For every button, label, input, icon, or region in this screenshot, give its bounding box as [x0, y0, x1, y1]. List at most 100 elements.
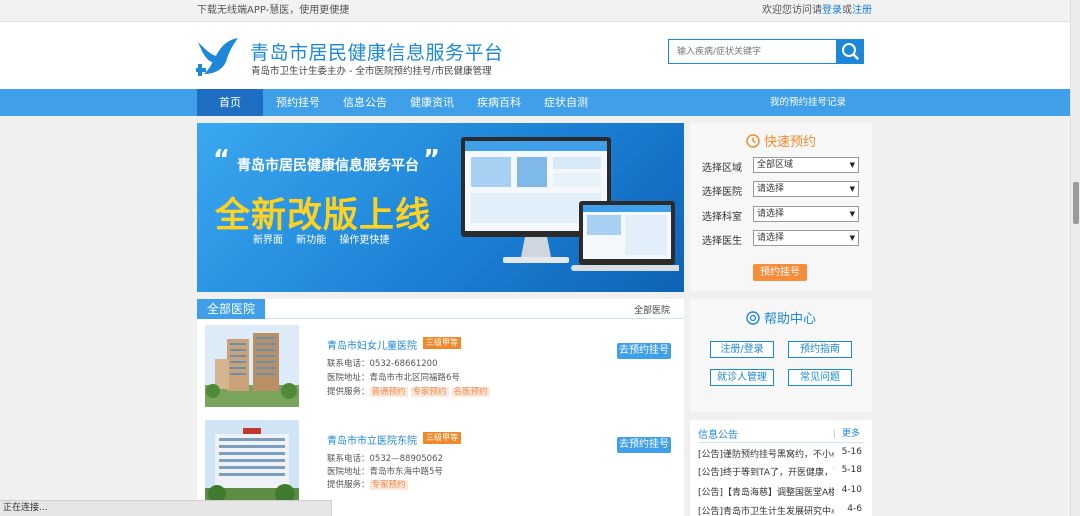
doctor-select[interactable]: 请选择 [753, 230, 859, 246]
nav-item-home[interactable]: 首页 [197, 89, 263, 116]
notice-item-date: 5-16 [841, 447, 862, 457]
hospital-book-button[interactable]: 去预约挂号 [617, 343, 671, 359]
hospital-book-button[interactable]: 去预约挂号 [617, 437, 671, 453]
register-link[interactable]: 注册 [852, 5, 872, 16]
clock-icon [746, 134, 760, 148]
hospital-address: 医院地址：青岛市市北区同福路6号 [327, 371, 460, 383]
help-center-panel: 帮助中心 注册/登录 预约指南 就诊人管理 常见问题 [690, 299, 872, 412]
field-hospital-label: 选择医院 [702, 187, 742, 198]
help-circle-icon [746, 311, 760, 325]
field-region: 选择区域 全部区域 [702, 157, 862, 174]
hospital-address-value: 青岛市市北区同福路6号 [369, 373, 460, 383]
hospital-address: 医院地址：青岛市东海中路5号 [327, 465, 443, 477]
dove-logo-icon[interactable] [196, 36, 240, 78]
notice-item-date: 4-10 [841, 485, 862, 495]
search-icon [842, 43, 859, 60]
search-input[interactable] [668, 39, 836, 64]
hospital-phone: 联系电话：0532-68661200 [327, 357, 437, 369]
quick-book-button[interactable]: 预约挂号 [753, 264, 807, 281]
field-department-label: 选择科室 [702, 212, 742, 223]
nav-item-symptom-check[interactable]: 症状自测 [534, 89, 598, 116]
notice-item[interactable]: [公告]终于等到TA了，开医健康，可... 5-18 [698, 465, 862, 478]
notice-item-text: [公告]【青岛海慈】调整国医堂A楼... [698, 488, 834, 498]
service-tag[interactable]: 专家预约 [410, 387, 449, 397]
notice-item[interactable]: [公告]【青岛海慈】调整国医堂A楼... 4-10 [698, 485, 862, 498]
monitor-illustration-icon [461, 137, 679, 271]
quick-booking-panel: 快速预约 选择区域 全部区域 选择医院 请选择 选择科室 请选择 选择医生 请选… [690, 123, 872, 291]
hospital-phone-label: 联系电话： [327, 359, 370, 369]
help-center-title-area: 帮助中心 [690, 308, 872, 327]
top-bar: 下载无线端APP-慧医，使用更便捷 欢迎您访问请登录或注册 [0, 0, 1080, 22]
hospital-level-badge: 三级甲等 [423, 432, 461, 444]
app-download-text[interactable]: 下载无线端APP-慧医，使用更便捷 [197, 0, 349, 22]
hospital-list-header: 全部医院 全部医院 [197, 299, 684, 319]
browser-status-bar: 正在连接... [0, 500, 332, 516]
service-tag[interactable]: 名医预约 [451, 387, 490, 397]
hospital-address-value: 青岛市东海中路5号 [369, 467, 443, 477]
site-subtitle: 青岛市卫生计生委主办 - 全市医院预约挂号/市民健康管理 [251, 66, 492, 77]
hospital-phone: 联系电话：0532—88905062 [327, 452, 443, 464]
site-header: 青岛市居民健康信息服务平台 青岛市卫生计生委主办 - 全市医院预约挂号/市民健康… [0, 22, 1070, 89]
notice-more-text: 更多 [841, 429, 860, 439]
open-quote-icon: “ [213, 145, 231, 175]
field-department: 选择科室 请选择 [702, 206, 862, 223]
hospital-name[interactable]: 青岛市妇女儿童医院 [327, 337, 417, 352]
hospital-level-badge: 三级甲等 [423, 337, 461, 349]
hospital-photo[interactable] [205, 325, 299, 407]
field-hospital: 选择医院 请选择 [702, 181, 862, 198]
welcome-text: 欢迎您访问请 [762, 5, 822, 16]
banner-title: 青岛市居民健康信息服务平台 [237, 158, 419, 174]
nav-my-records[interactable]: 我的预约挂号记录 [758, 89, 858, 116]
quick-booking-title-area: 快速预约 [690, 131, 872, 150]
main-nav: 首页 预约挂号 信息公告 健康资讯 疾病百科 症状自测 我的预约挂号记录 [0, 89, 1070, 116]
page-scrollbar[interactable] [1070, 0, 1080, 516]
hospital-card: 青岛市妇女儿童医院 三级甲等 联系电话：0532-68661200 医院地址：青… [205, 325, 675, 409]
region-select[interactable]: 全部区域 [753, 157, 859, 173]
help-booking-guide-button[interactable]: 预约指南 [788, 341, 852, 358]
site-title[interactable]: 青岛市居民健康信息服务平台 [250, 38, 504, 65]
login-link[interactable]: 登录 [822, 5, 842, 16]
help-patient-manage-button[interactable]: 就诊人管理 [710, 369, 774, 386]
nav-item-booking[interactable]: 预约挂号 [266, 89, 330, 116]
hospital-address-label: 医院地址： [327, 373, 370, 383]
search-box [668, 39, 864, 64]
quick-booking-title: 快速预约 [763, 135, 816, 150]
or-text: 或 [842, 5, 852, 16]
notice-item-text: [公告]谨防预约挂号黑窝约，不小心... [698, 450, 834, 460]
notice-item-text: [公告]终于等到TA了，开医健康，可... [698, 468, 834, 478]
service-tag[interactable]: 专家预约 [369, 480, 408, 490]
hospital-services: 提供服务： 普通预约 专家预约 名医预约 [327, 385, 493, 397]
close-quote-icon: ” [423, 145, 441, 175]
field-doctor: 选择医生 请选择 [702, 230, 862, 247]
hospital-name[interactable]: 青岛市市立医院东院 [327, 432, 417, 447]
field-region-label: 选择区域 [702, 163, 742, 174]
notice-item[interactable]: [公告]谨防预约挂号黑窝约，不小心... 5-16 [698, 447, 862, 460]
hospital-services: 提供服务： 专家预约 [327, 478, 411, 490]
notice-more-link[interactable]: | 更多 [833, 426, 860, 439]
hospital-select[interactable]: 请选择 [753, 181, 859, 197]
help-register-login-button[interactable]: 注册/登录 [710, 341, 774, 358]
notice-item-date: 4-6 [847, 504, 862, 514]
tab-all-hospitals[interactable]: 全部医院 [197, 299, 265, 319]
hospital-address-label: 医院地址： [327, 467, 370, 477]
notice-item[interactable]: [公告]青岛市卫生计生发展研究中心L... 4-6 [698, 504, 862, 516]
hospital-building-image [205, 325, 299, 407]
nav-item-notices[interactable]: 信息公告 [333, 89, 397, 116]
notice-item-text: [公告]青岛市卫生计生发展研究中心L... [698, 507, 834, 516]
all-hospitals-link[interactable]: 全部医院 [634, 303, 670, 316]
department-select[interactable]: 请选择 [753, 206, 859, 222]
field-doctor-label: 选择医生 [702, 236, 742, 247]
service-tag[interactable]: 普通预约 [369, 387, 408, 397]
hospital-phone-value: 0532-68661200 [369, 359, 438, 369]
hospital-phone-value: 0532—88905062 [369, 454, 443, 464]
search-button[interactable] [836, 39, 864, 64]
help-faq-button[interactable]: 常见问题 [788, 369, 852, 386]
banner-features: 新界面 新功能 操作更快捷 [253, 235, 390, 246]
notice-item-date: 5-18 [841, 465, 862, 475]
hospital-list-section: 全部医院 全部医院 青岛市妇女儿童医院 三级甲等 联系电话：0532-68661… [197, 299, 684, 516]
promo-banner[interactable]: “ 青岛市居民健康信息服务平台 ” 全新改版上线 新界面 新功能 操作更快捷 [197, 123, 684, 292]
welcome-area: 欢迎您访问请登录或注册 [762, 0, 872, 22]
nav-item-health-news[interactable]: 健康资讯 [400, 89, 464, 116]
nav-item-disease-wiki[interactable]: 疾病百科 [467, 89, 531, 116]
scrollbar-thumb[interactable] [1073, 182, 1079, 224]
